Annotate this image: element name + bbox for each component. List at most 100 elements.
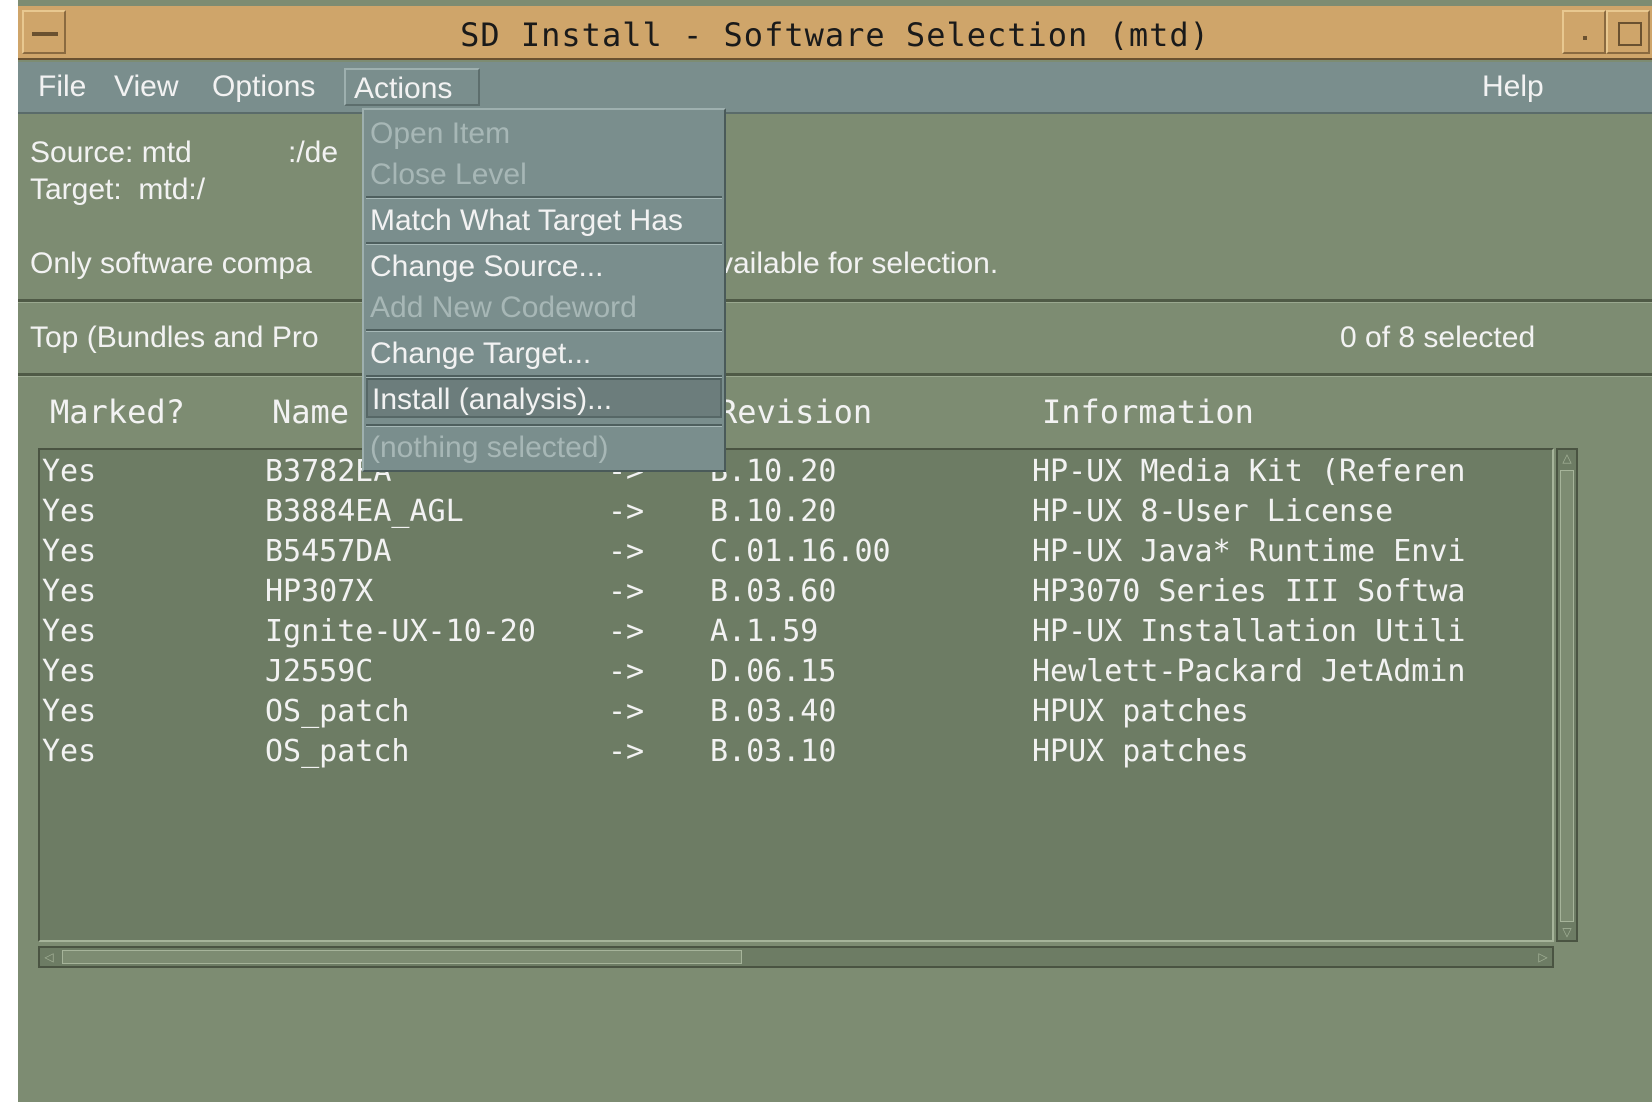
menu-item-add-codeword[interactable]: Add New Codeword [370,288,720,328]
cell-arrow: -> [608,614,645,649]
cell-marked: Yes [42,654,97,689]
column-header-revision[interactable]: Revision [718,393,872,431]
menu-item-install-analysis-label: Install (analysis)... [372,383,613,416]
menu-item-nothing-selected: (nothing selected) [370,428,720,468]
menu-item-open-item-label: Open Item [370,117,511,150]
menu-item-change-target-label: Change Target... [370,337,592,370]
cell-arrow: -> [608,734,645,769]
menu-item-match-target[interactable]: Match What Target Has [370,201,720,241]
cell-name: B3884EA_AGL [265,494,464,529]
menu-item-change-source[interactable]: Change Source... [370,247,720,287]
vertical-scroll-thumb[interactable] [1560,470,1574,922]
cell-marked: Yes [42,694,97,729]
menu-separator [366,196,722,199]
vertical-scrollbar[interactable]: △ ▽ [1556,448,1578,942]
menu-options-label: Options [212,70,316,103]
minimize-button[interactable] [1562,10,1606,54]
cell-marked: Yes [42,614,97,649]
level-label: Top (Bundles and Pro [30,321,319,354]
window-title: SD Install - Software Selection (mtd) [460,16,1210,54]
table-row[interactable]: Yes B5457DA -> C.01.16.00 HP-UX Java* Ru… [40,534,1550,574]
menu-actions[interactable]: Actions [344,68,480,106]
column-header-name[interactable]: Name [272,393,349,431]
scroll-right-icon[interactable]: ▷ [1534,948,1552,966]
maximize-icon [1618,22,1642,46]
compatibility-note-tail: vailable for selection. [718,247,999,280]
minimize-icon [1583,36,1587,40]
table-row[interactable]: Yes OS_patch -> B.03.10 HPUX patches [40,734,1550,774]
cell-information: HPUX patches [1032,694,1249,729]
menu-view[interactable]: View [106,68,186,106]
table-row[interactable]: Yes B3884EA_AGL -> B.10.20 HP-UX 8-User … [40,494,1550,534]
menu-file[interactable]: File [30,68,94,106]
title-bar[interactable]: SD Install - Software Selection (mtd) [18,6,1652,60]
cell-name: OS_patch [265,734,410,769]
scroll-down-icon[interactable]: ▽ [1560,924,1574,940]
cell-revision: A.1.59 [710,614,819,649]
cell-revision: B.10.20 [710,494,837,529]
cell-marked: Yes [42,734,97,769]
maximize-button[interactable] [1606,10,1650,54]
menu-item-close-level[interactable]: Close Level [370,155,720,195]
cell-information: HP3070 Series III Softwa [1032,574,1466,609]
menu-view-label: View [114,70,179,103]
cell-arrow: -> [608,534,645,569]
table-row[interactable]: Yes OS_patch -> B.03.40 HPUX patches [40,694,1550,734]
menu-item-add-codeword-label: Add New Codeword [370,291,637,324]
menu-item-change-source-label: Change Source... [370,250,604,283]
column-header-marked[interactable]: Marked? [50,393,185,431]
menu-help-label: Help [1482,70,1544,103]
menu-separator [366,329,722,332]
target-label: Target: mtd:/ [30,173,206,206]
table-row[interactable]: Yes B3782EA -> B.10.20 HP-UX Media Kit (… [40,454,1550,494]
menu-item-open-item[interactable]: Open Item [370,114,720,154]
column-header-information[interactable]: Information [1042,393,1254,431]
cell-name: OS_patch [265,694,410,729]
separator [18,373,1652,377]
cell-revision: B.10.20 [710,454,837,489]
menu-actions-label: Actions [354,72,453,105]
scroll-up-icon[interactable]: △ [1560,450,1574,466]
table-row[interactable]: Yes Ignite-UX-10-20 -> A.1.59 HP-UX Inst… [40,614,1550,654]
table-row[interactable]: Yes J2559C -> D.06.15 Hewlett-Packard Je… [40,654,1550,694]
cell-name: HP307X [265,574,374,609]
cell-name: Ignite-UX-10-20 [265,614,536,649]
horizontal-scrollbar[interactable]: ◁ ▷ [38,946,1554,968]
menu-options[interactable]: Options [204,68,323,106]
cell-marked: Yes [42,454,97,489]
cell-marked: Yes [42,494,97,529]
cell-revision: B.03.40 [710,694,837,729]
actions-dropdown-menu: Open Item Close Level Match What Target … [362,108,726,472]
cell-name: B5457DA [265,534,392,569]
cell-marked: Yes [42,534,97,569]
cell-marked: Yes [42,574,97,609]
table-row[interactable]: Yes HP307X -> B.03.60 HP3070 Series III … [40,574,1550,614]
separator [18,299,1652,303]
cell-information: HP-UX Media Kit (Referen [1032,454,1466,489]
cell-revision: D.06.15 [710,654,837,689]
cell-arrow: -> [608,694,645,729]
horizontal-scroll-thumb[interactable] [62,950,742,964]
cell-arrow: -> [608,494,645,529]
software-list[interactable]: Yes B3782EA -> B.10.20 HP-UX Media Kit (… [38,448,1554,942]
source-path: :/de [288,136,339,169]
selected-count: 0 of 8 selected [1340,321,1536,354]
sd-install-window: SD Install - Software Selection (mtd) Fi… [18,0,1652,1102]
cell-information: HPUX patches [1032,734,1249,769]
menu-separator [366,424,722,427]
cell-revision: C.01.16.00 [710,534,891,569]
cell-information: HP-UX Installation Utili [1032,614,1466,649]
menu-bar: File View Options Actions Help [18,62,1652,114]
menu-item-change-target[interactable]: Change Target... [370,334,720,374]
source-label: Source: mtd [30,136,192,169]
cell-arrow: -> [608,654,645,689]
menu-item-nothing-selected-label: (nothing selected) [370,431,609,464]
scroll-left-icon[interactable]: ◁ [40,948,58,966]
menu-separator [366,242,722,245]
menu-help[interactable]: Help [1474,68,1552,106]
menu-item-match-target-label: Match What Target Has [370,204,683,237]
menu-item-install-analysis[interactable]: Install (analysis)... [366,378,722,418]
menu-file-label: File [38,70,87,103]
cell-revision: B.03.60 [710,574,837,609]
cell-information: HP-UX 8-User License [1032,494,1394,529]
